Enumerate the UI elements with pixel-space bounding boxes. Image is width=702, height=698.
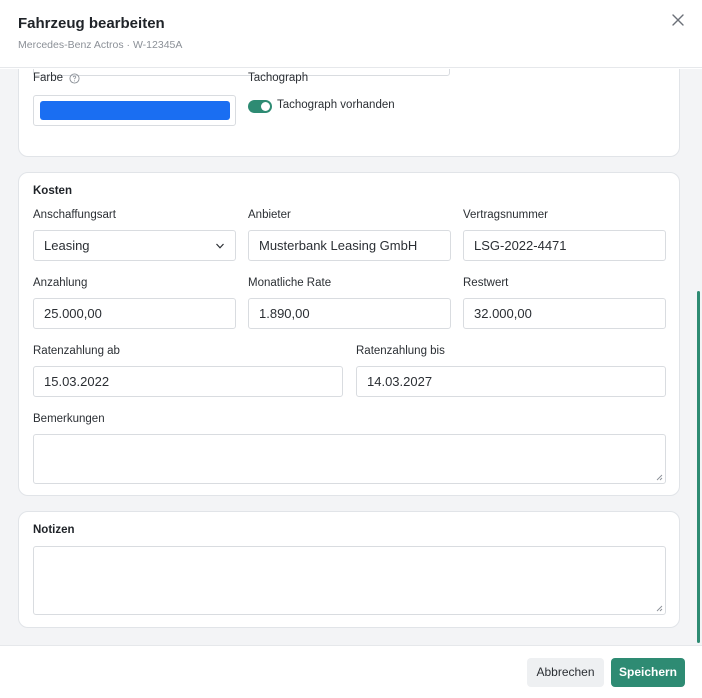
tachograph-label: Tachograph: [248, 72, 309, 84]
farbe-color-picker[interactable]: [33, 95, 236, 126]
color-swatch: [40, 101, 230, 120]
notizen-textarea[interactable]: [33, 546, 666, 615]
toggle-knob: [261, 102, 270, 111]
previous-field[interactable]: [33, 69, 450, 76]
anbieter-label: Anbieter: [248, 209, 291, 221]
anschaffungsart-select[interactable]: Leasing: [33, 230, 236, 261]
resize-grip-icon[interactable]: [655, 604, 663, 612]
anbieter-input[interactable]: Musterbank Leasing GmbH: [248, 230, 451, 261]
dialog-header: Fahrzeug bearbeiten Mercedes-Benz Actros…: [0, 0, 702, 68]
monatliche-rate-label: Monatliche Rate: [248, 277, 332, 289]
edit-vehicle-dialog: Fahrzeug bearbeiten Mercedes-Benz Actros…: [0, 0, 702, 698]
tachograph-toggle-label: Tachograph vorhanden: [277, 99, 395, 111]
cancel-button[interactable]: Abbrechen: [527, 658, 604, 687]
kosten-title: Kosten: [33, 185, 72, 197]
close-icon: [672, 14, 684, 26]
dialog-subtitle: Mercedes-Benz Actros · W-12345A: [18, 39, 183, 51]
dialog-footer: Abbrechen Speichern: [0, 645, 702, 698]
vertragsnummer-input[interactable]: LSG-2022-4471: [463, 230, 666, 261]
farbe-label: Farbe: [33, 72, 64, 84]
close-button[interactable]: [668, 10, 688, 30]
tachograph-toggle[interactable]: [248, 100, 272, 113]
vertragsnummer-label: Vertragsnummer: [463, 209, 549, 221]
anschaffungsart-value: Leasing: [44, 238, 90, 253]
notizen-section: Notizen: [18, 511, 680, 628]
help-circle-icon[interactable]: [69, 73, 80, 84]
appearance-section: Farbe Tachograph Tachograph vorhanden: [18, 69, 680, 157]
dialog-body[interactable]: Farbe Tachograph Tachograph vorhanden Ko…: [0, 69, 702, 645]
ratenzahlung-ab-input[interactable]: 15.03.2022: [33, 366, 343, 397]
anzahlung-input[interactable]: 25.000,00: [33, 298, 236, 329]
bemerkungen-textarea[interactable]: [33, 434, 666, 484]
bemerkungen-label: Bemerkungen: [33, 413, 105, 425]
ratenzahlung-ab-label: Ratenzahlung ab: [33, 345, 120, 357]
restwert-label: Restwert: [463, 277, 509, 289]
kosten-section: Kosten Anschaffungsart Leasing Anbieter …: [18, 172, 680, 496]
notizen-title: Notizen: [33, 524, 75, 536]
anschaffungsart-label: Anschaffungsart: [33, 209, 116, 221]
save-button[interactable]: Speichern: [611, 658, 685, 687]
chevron-down-icon: [216, 243, 224, 249]
resize-grip-icon[interactable]: [655, 473, 663, 481]
anzahlung-label: Anzahlung: [33, 277, 88, 289]
dialog-title: Fahrzeug bearbeiten: [18, 15, 165, 32]
restwert-input[interactable]: 32.000,00: [463, 298, 666, 329]
scrollbar[interactable]: [697, 291, 700, 643]
ratenzahlung-bis-input[interactable]: 14.03.2027: [356, 366, 666, 397]
ratenzahlung-bis-label: Ratenzahlung bis: [356, 345, 445, 357]
monatliche-rate-input[interactable]: 1.890,00: [248, 298, 451, 329]
